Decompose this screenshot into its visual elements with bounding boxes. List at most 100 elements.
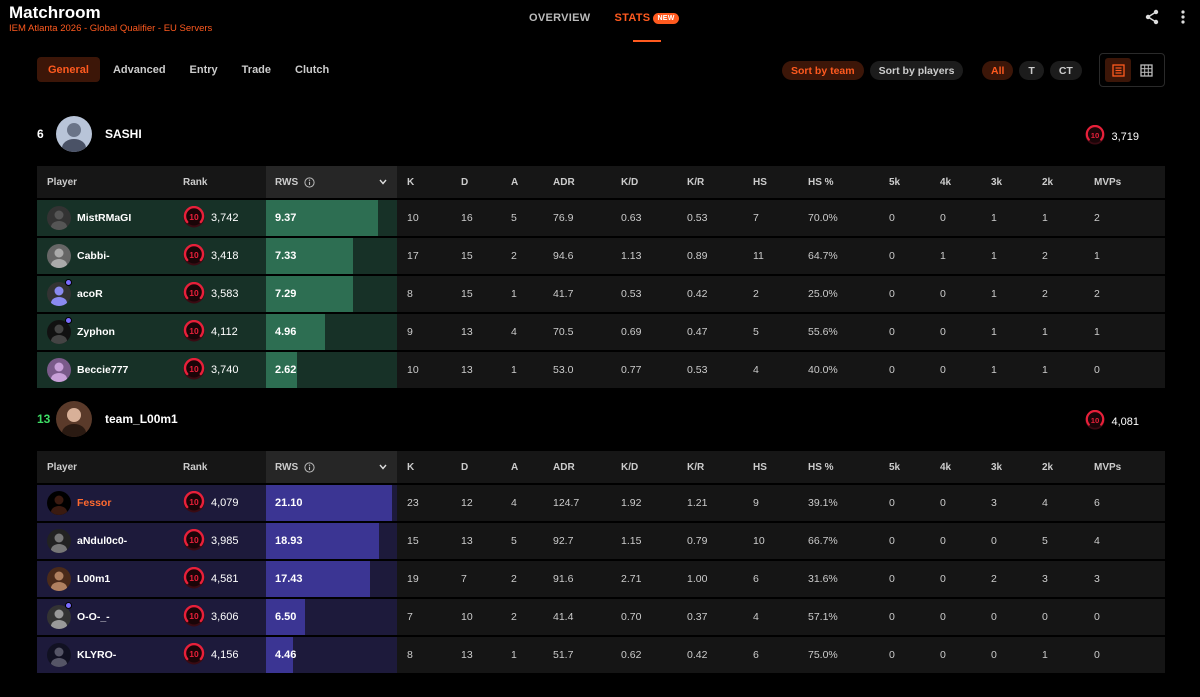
player-name[interactable]: Ο-Ο-_- — [77, 599, 110, 635]
col-adr[interactable]: ADR — [553, 166, 575, 198]
col-rws[interactable]: RWS — [266, 166, 397, 198]
level-badge-icon: 10 — [183, 205, 205, 231]
avatar[interactable] — [47, 491, 71, 515]
table-row[interactable]: acoR 10 3,583 7.29 8 15 1 41.7 0.53 0.42 2 25.0%… — [37, 276, 1165, 312]
stat-d: 16 — [461, 212, 473, 224]
subtab-trade[interactable]: Trade — [231, 57, 282, 82]
table-row[interactable]: Cabbi- 10 3,418 7.33 17 15 2 94.6 1.13 0.89 11 6… — [37, 238, 1165, 274]
col-k5[interactable]: 5k — [889, 451, 900, 483]
col-k4[interactable]: 4k — [940, 166, 951, 198]
stat-k3: 1 — [991, 250, 997, 262]
svg-text:10: 10 — [189, 497, 199, 507]
avatar[interactable] — [47, 643, 71, 667]
col-k5[interactable]: 5k — [889, 166, 900, 198]
stat-a: 5 — [511, 212, 517, 224]
stat-adr: 76.9 — [553, 212, 574, 224]
table-row[interactable]: aNdul0c0- 10 3,985 18.93 15 13 5 92.7 1.15 0.7… — [37, 523, 1165, 559]
player-name-text: KLYRO- — [77, 649, 117, 661]
col-k4[interactable]: 4k — [940, 451, 951, 483]
subtab-general[interactable]: General — [37, 57, 100, 82]
avatar[interactable] — [47, 358, 71, 382]
col-player[interactable]: Player — [47, 451, 77, 483]
col-a[interactable]: A — [511, 451, 518, 483]
player-name[interactable]: acoR — [77, 276, 103, 312]
tab-stats[interactable]: STATS NEW — [615, 12, 679, 42]
col-kd[interactable]: K/D — [621, 166, 638, 198]
col-k[interactable]: K — [407, 451, 414, 483]
stat-hs: 6 — [753, 649, 759, 661]
player-name[interactable]: L00m1 — [77, 561, 110, 597]
col-mvps[interactable]: MVPs — [1094, 166, 1121, 198]
col-k2[interactable]: 2k — [1042, 166, 1053, 198]
sort-by-team-button[interactable]: Sort by team — [782, 61, 864, 80]
subtab-clutch[interactable]: Clutch — [284, 57, 340, 82]
player-name[interactable]: MistRMaGI — [77, 200, 131, 236]
col-kr[interactable]: K/R — [687, 166, 704, 198]
col-mvps[interactable]: MVPs — [1094, 451, 1121, 483]
avatar[interactable] — [47, 529, 71, 553]
player-elo: 3,606 — [211, 611, 239, 623]
info-icon[interactable] — [304, 176, 315, 188]
player-name[interactable]: aNdul0c0- — [77, 523, 127, 559]
team-avatar[interactable] — [56, 401, 92, 437]
more-options-icon[interactable] — [1180, 9, 1186, 25]
side-ct-button[interactable]: CT — [1049, 61, 1082, 80]
grid-view-button[interactable] — [1133, 58, 1159, 82]
player-name[interactable]: Zyphon — [77, 314, 115, 350]
tab-overview[interactable]: OVERVIEW — [529, 12, 591, 38]
player-name[interactable]: Beccie777 — [77, 352, 128, 388]
list-view-button[interactable] — [1105, 58, 1131, 82]
col-d[interactable]: D — [461, 166, 468, 198]
stat-hs: 7 — [753, 212, 759, 224]
table-row[interactable]: KLYRO- 10 4,156 4.46 8 13 1 51.7 0.62 0.42 6 75.… — [37, 637, 1165, 673]
col-k[interactable]: K — [407, 166, 414, 198]
col-a[interactable]: A — [511, 166, 518, 198]
player-name[interactable]: Cabbi- — [77, 238, 110, 274]
chevron-down-icon[interactable] — [379, 464, 387, 470]
col-hsp[interactable]: HS % — [808, 166, 834, 198]
table-row[interactable]: Beccie777 10 3,740 2.62 10 13 1 53.0 0.77 0.53… — [37, 352, 1165, 388]
table-row[interactable]: MistRMaGI 10 3,742 9.37 10 16 5 76.9 0.63 0.53… — [37, 200, 1165, 236]
info-icon[interactable] — [304, 461, 315, 473]
player-name[interactable]: KLYRO- — [77, 637, 116, 673]
team-avatar[interactable] — [56, 116, 92, 152]
side-t-button[interactable]: T — [1019, 61, 1044, 80]
col-hs[interactable]: HS — [753, 166, 767, 198]
stat-adr: 51.7 — [553, 649, 574, 661]
player-name-text: Zyphon — [77, 326, 115, 338]
table-row[interactable]: Fessor 10 4,079 21.10 23 12 4 124.7 1.92 1.21 9… — [37, 485, 1165, 521]
subtab-advanced[interactable]: Advanced — [102, 57, 177, 82]
team-score: 13 — [37, 412, 51, 426]
sort-by-players-button[interactable]: Sort by players — [869, 61, 964, 80]
table-row[interactable]: L00m1 10 4,581 17.43 19 7 2 91.6 2.71 1.00 6 31.… — [37, 561, 1165, 597]
avatar[interactable] — [47, 567, 71, 591]
subtab-entry[interactable]: Entry — [179, 57, 229, 82]
team-name[interactable]: team_L00m1 — [105, 412, 178, 426]
col-player[interactable]: Player — [47, 166, 77, 198]
col-kd[interactable]: K/D — [621, 451, 638, 483]
table-row[interactable]: Zyphon 10 4,112 4.96 9 13 4 70.5 0.69 0.47 5 55.… — [37, 314, 1165, 350]
col-rank[interactable]: Rank — [183, 166, 207, 198]
side-all-button[interactable]: All — [982, 61, 1014, 80]
col-k3[interactable]: 3k — [991, 451, 1002, 483]
col-k2[interactable]: 2k — [1042, 451, 1053, 483]
col-hsp[interactable]: HS % — [808, 451, 834, 483]
col-adr[interactable]: ADR — [553, 451, 575, 483]
player-rank: 10 3,740 — [183, 352, 239, 388]
stat-k4: 0 — [940, 212, 946, 224]
team-name[interactable]: SASHI — [105, 127, 142, 141]
col-kr[interactable]: K/R — [687, 451, 704, 483]
stat-k3: 1 — [991, 212, 997, 224]
avatar[interactable] — [47, 244, 71, 268]
col-rws[interactable]: RWS — [266, 451, 397, 483]
stat-a: 5 — [511, 535, 517, 547]
player-name[interactable]: Fessor — [77, 485, 111, 521]
col-k3[interactable]: 3k — [991, 166, 1002, 198]
share-icon[interactable] — [1144, 9, 1160, 25]
avatar[interactable] — [47, 206, 71, 230]
col-rank[interactable]: Rank — [183, 451, 207, 483]
table-row[interactable]: Ο-Ο-_- 10 3,606 6.50 7 10 2 41.4 0.70 0.37 4 57.… — [37, 599, 1165, 635]
chevron-down-icon[interactable] — [379, 179, 387, 185]
col-hs[interactable]: HS — [753, 451, 767, 483]
col-d[interactable]: D — [461, 451, 468, 483]
